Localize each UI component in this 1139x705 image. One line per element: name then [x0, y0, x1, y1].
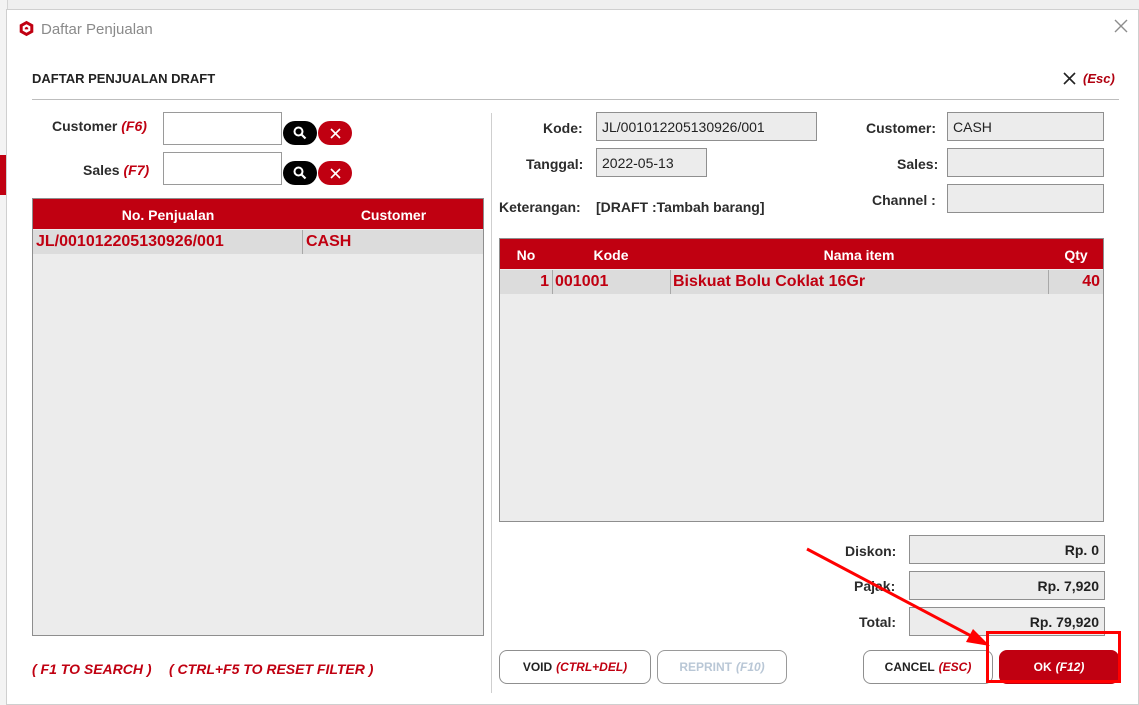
close-shortcut-label: (Esc) — [1083, 70, 1115, 86]
column-divider — [302, 230, 303, 254]
detail-sales-field — [947, 148, 1104, 177]
total-label: Total: — [859, 614, 897, 630]
items-table[interactable]: No Kode Nama item Qty 1 001001 Biskuat B… — [499, 238, 1104, 522]
customer-search-button[interactable] — [283, 121, 317, 145]
app-logo-icon — [19, 20, 34, 37]
void-button-shortcut: (CTRL+DEL) — [556, 660, 628, 674]
kode-field: JL/001012205130926/001 — [596, 112, 817, 141]
customer-filter-shortcut: (F6) — [121, 118, 147, 134]
items-header: No Kode Nama item Qty — [500, 239, 1103, 269]
title-bar: Daftar Penjualan — [7, 10, 1138, 48]
cell-no: 1 — [540, 273, 549, 290]
close-icon — [1063, 71, 1076, 85]
cancel-button-shortcut: (ESC) — [938, 660, 972, 674]
diskon-field: Rp. 0 — [909, 535, 1105, 564]
detail-customer-label: Customer: — [866, 120, 937, 136]
tanggal-label: Tanggal: — [526, 156, 584, 172]
cell-nama-item: Biskuat Bolu Coklat 16Gr — [673, 273, 866, 290]
column-header-no[interactable]: No — [500, 247, 552, 263]
background-app-strip — [0, 0, 1139, 9]
cell-customer: CASH — [306, 233, 352, 250]
table-row[interactable]: 1 001001 Biskuat Bolu Coklat 16Gr 40 — [500, 270, 1103, 294]
detail-sales-label: Sales: — [897, 156, 939, 172]
search-shortcut-hint: ( F1 TO SEARCH ) — [32, 661, 152, 677]
cell-no-penjualan: JL/001012205130926/001 — [36, 233, 224, 250]
column-divider — [552, 270, 553, 294]
customer-clear-button[interactable] — [318, 121, 352, 145]
search-icon — [293, 126, 307, 140]
kode-label: Kode: — [543, 120, 583, 136]
sales-clear-button[interactable] — [318, 161, 352, 185]
column-header-customer[interactable]: Customer — [303, 207, 484, 223]
reprint-button-shortcut: (F10) — [736, 660, 765, 674]
column-header-kode[interactable]: Kode — [552, 247, 670, 263]
pajak-label: Pajak: — [854, 578, 896, 594]
cell-qty: 40 — [1082, 273, 1100, 290]
diskon-label: Diskon: — [845, 543, 897, 559]
cancel-button[interactable]: CANCEL (ESC) — [863, 650, 993, 684]
window-close-button[interactable] — [1110, 16, 1132, 38]
customer-filter-label: Customer (F6) — [52, 118, 147, 134]
draft-list-table[interactable]: No. Penjualan Customer JL/00101220513092… — [32, 198, 484, 636]
cell-kode: 001001 — [555, 273, 609, 290]
reprint-button-label: REPRINT — [679, 660, 732, 674]
search-icon — [293, 166, 307, 180]
tanggal-field: 2022-05-13 — [596, 148, 707, 177]
sales-filter-label: Sales (F7) — [83, 162, 149, 178]
reset-filter-shortcut-hint: ( CTRL+F5 TO RESET FILTER ) — [169, 661, 374, 677]
sales-filter-shortcut: (F7) — [123, 162, 150, 178]
sales-filter-label-text: Sales — [83, 162, 120, 178]
close-icon — [329, 167, 341, 179]
reprint-button[interactable]: REPRINT (F10) — [657, 650, 787, 684]
keterangan-label: Keterangan: — [499, 199, 581, 215]
close-icon — [329, 127, 341, 139]
cancel-button-label: CANCEL — [884, 660, 935, 674]
panel-divider — [491, 113, 492, 693]
header-close-button[interactable]: (Esc) — [1063, 67, 1115, 89]
window-title: Daftar Penjualan — [41, 21, 153, 38]
customer-filter-input[interactable] — [163, 112, 282, 145]
header-divider — [32, 99, 1119, 100]
table-row[interactable]: JL/001012205130926/001 CASH — [33, 230, 483, 254]
void-button[interactable]: VOID (CTRL+DEL) — [499, 650, 651, 684]
sales-filter-input[interactable] — [163, 152, 282, 185]
column-header-qty[interactable]: Qty — [1048, 247, 1104, 263]
page-title: DAFTAR PENJUALAN DRAFT — [32, 71, 216, 86]
close-icon — [1114, 19, 1128, 33]
column-divider — [1048, 270, 1049, 294]
detail-channel-label: Channel : — [872, 192, 936, 208]
customer-filter-label-text: Customer — [52, 118, 118, 134]
draft-list-header: No. Penjualan Customer — [33, 199, 483, 229]
highlight-box — [986, 631, 1121, 683]
dialog-window: Daftar Penjualan DAFTAR PENJUALAN DRAFT … — [6, 9, 1139, 705]
detail-customer-field: CASH — [947, 112, 1104, 141]
column-header-nama-item[interactable]: Nama item — [670, 247, 1048, 263]
sales-search-button[interactable] — [283, 161, 317, 185]
pajak-field: Rp. 7,920 — [909, 571, 1105, 600]
keterangan-value: [DRAFT :Tambah barang] — [596, 199, 765, 215]
void-button-label: VOID — [522, 660, 553, 674]
column-header-no-penjualan[interactable]: No. Penjualan — [33, 207, 303, 223]
detail-channel-field — [947, 184, 1104, 213]
column-divider — [670, 270, 671, 294]
